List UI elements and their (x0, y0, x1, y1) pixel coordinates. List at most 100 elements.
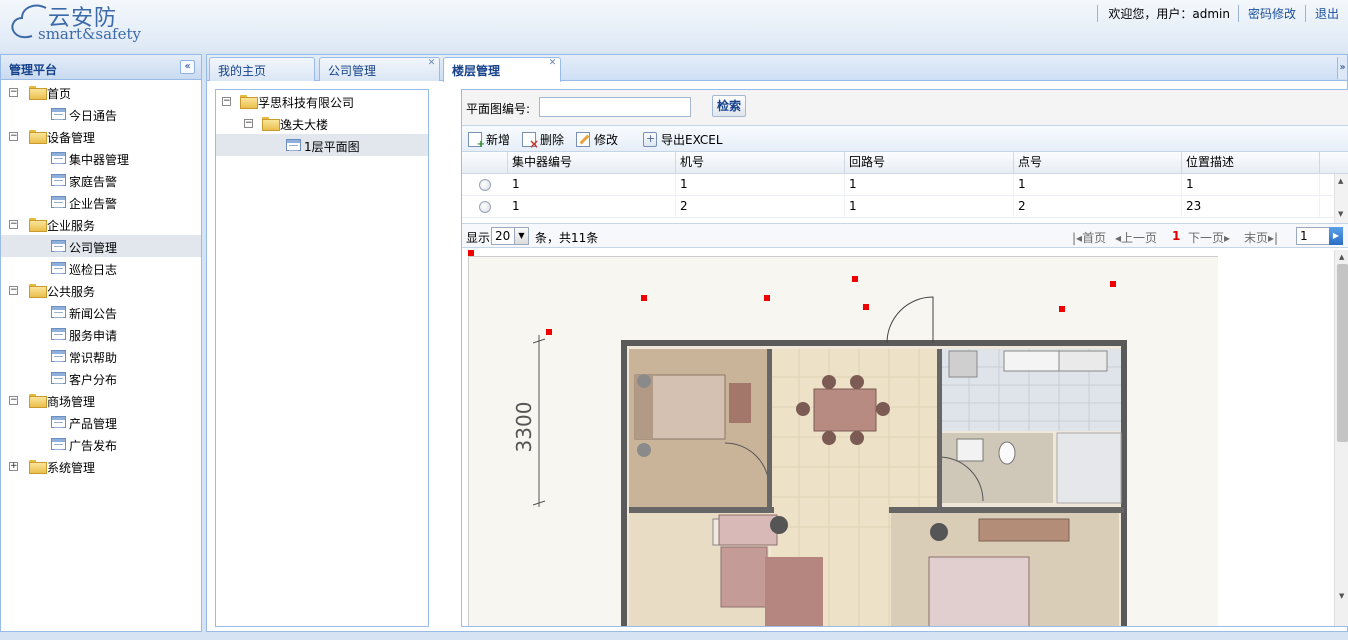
sidebar-item-15[interactable]: 产品管理 (1, 411, 201, 433)
close-tab-icon[interactable]: ✕ (548, 59, 557, 68)
scroll-thumb[interactable] (1337, 264, 1348, 442)
tab-my-home[interactable]: 我的主页 (209, 57, 315, 81)
sensor-marker[interactable] (468, 250, 474, 256)
change-password-link[interactable]: 密码修改 (1237, 4, 1305, 22)
building-node-label: 逸夫大楼 (280, 118, 329, 132)
folder-icon (29, 460, 47, 474)
next-page-button[interactable]: 下一页▸ (1188, 229, 1230, 246)
sidebar-item-2[interactable]: − 设备管理 (1, 125, 201, 147)
sidebar-item-8[interactable]: 巡检日志 (1, 257, 201, 279)
floorplan-number-input[interactable] (539, 97, 691, 117)
sidebar-item-4[interactable]: 家庭告警 (1, 169, 201, 191)
next-page-label: 下一页 (1188, 231, 1225, 245)
page-icon (51, 328, 66, 340)
expand-node-icon[interactable]: + (9, 462, 18, 471)
page-icon (51, 416, 66, 428)
sidebar-item-12[interactable]: 常识帮助 (1, 345, 201, 367)
sensor-marker[interactable] (641, 295, 647, 301)
scroll-down-icon[interactable]: ▼ (1339, 592, 1344, 600)
prev-page-label: 上一页 (1121, 231, 1158, 245)
folder-icon (240, 95, 258, 109)
tab-floor-management[interactable]: 楼层管理 ✕ (443, 57, 561, 82)
floorplan-image: 3300 (468, 256, 1218, 626)
floorplan-scrollbar[interactable]: ▲ ▼ (1334, 250, 1348, 626)
grid-toolbar: 新增 删除 修改 导出EXCEL (462, 126, 1348, 152)
sidebar-item-0[interactable]: − 首页 (1, 81, 201, 103)
tab-label: 我的主页 (218, 64, 267, 78)
sensor-marker[interactable] (1110, 281, 1116, 287)
sidebar-item-5[interactable]: 企业告警 (1, 191, 201, 213)
building-node-2[interactable]: 1层平面图 (216, 134, 428, 156)
delete-button[interactable]: 删除 (522, 130, 564, 151)
sidebar-item-1[interactable]: 今日通告 (1, 103, 201, 125)
sidebar-item-6[interactable]: − 企业服务 (1, 213, 201, 235)
tab-scroll-right-icon[interactable]: » (1337, 57, 1347, 79)
folder-icon (29, 218, 47, 232)
first-page-icon: |◂ (1072, 231, 1083, 245)
grid-scrollbar[interactable]: ▲ ▼ (1334, 174, 1348, 223)
collapse-node-icon[interactable]: − (9, 220, 18, 229)
table-row[interactable]: 11111 (462, 174, 1334, 196)
sidebar-item-14[interactable]: − 商场管理 (1, 389, 201, 411)
close-tab-icon[interactable]: ✕ (427, 59, 436, 68)
sensor-marker[interactable] (863, 304, 869, 310)
sidebar-item-label: 新闻公告 (69, 307, 118, 321)
collapse-node-icon[interactable]: − (9, 286, 18, 295)
table-cell: 1 (1014, 174, 1182, 196)
page-size-select[interactable]: 20 ▼ (491, 227, 529, 245)
row-select-radio[interactable] (479, 179, 491, 191)
prev-page-button[interactable]: ◂上一页 (1115, 229, 1157, 246)
edit-button[interactable]: 修改 (576, 130, 618, 148)
table-cell: 1 (508, 174, 676, 196)
sidebar-item-16[interactable]: 广告发布 (1, 433, 201, 455)
sidebar-item-17[interactable]: + 系统管理 (1, 455, 201, 477)
column-header[interactable]: 点号 (1014, 152, 1182, 174)
column-header[interactable]: 机号 (676, 152, 845, 174)
sensor-marker[interactable] (852, 276, 858, 282)
table-cell: 1 (1182, 174, 1320, 196)
sidebar-item-9[interactable]: − 公共服务 (1, 279, 201, 301)
tab-company-management[interactable]: 公司管理 ✕ (319, 57, 440, 81)
sensor-marker[interactable] (764, 295, 770, 301)
sidebar-item-10[interactable]: 新闻公告 (1, 301, 201, 323)
scroll-up-icon[interactable]: ▲ (1339, 253, 1344, 261)
column-header[interactable]: 回路号 (845, 152, 1014, 174)
building-tree: − 孚思科技有限公司 − 逸夫大楼 1层平面图 (216, 90, 428, 156)
export-excel-button[interactable]: 导出EXCEL (643, 130, 723, 148)
page-icon (51, 372, 66, 384)
export-icon (643, 131, 657, 147)
collapse-node-icon[interactable]: − (9, 132, 18, 141)
scroll-up-icon[interactable]: ▲ (1338, 177, 1343, 185)
table-row[interactable]: 1 2 1 2 23 (462, 196, 1334, 218)
first-page-button[interactable]: |◂首页 (1072, 229, 1106, 246)
add-button[interactable]: 新增 (468, 130, 510, 150)
building-node-0[interactable]: − 孚思科技有限公司 (216, 90, 428, 112)
last-page-button[interactable]: 末页▸| (1244, 229, 1278, 246)
collapse-node-icon[interactable]: − (9, 396, 18, 405)
collapse-node-icon[interactable]: − (222, 97, 231, 106)
sidebar-item-7[interactable]: 公司管理 (1, 235, 201, 257)
column-header[interactable]: 集中器编号 (508, 152, 676, 174)
scroll-down-icon[interactable]: ▼ (1338, 210, 1343, 218)
sensor-marker[interactable] (1059, 306, 1065, 312)
edit-label: 修改 (594, 132, 619, 147)
select-column-header (462, 152, 508, 174)
column-header[interactable]: 位置描述 (1182, 152, 1320, 174)
search-button[interactable]: 检索 (712, 95, 746, 117)
sidebar-item-label: 首页 (47, 87, 72, 101)
table-cell: 1 (845, 196, 1014, 218)
collapse-node-icon[interactable]: − (9, 88, 18, 97)
collapse-sidebar-button[interactable]: « (180, 60, 195, 74)
sidebar-item-13[interactable]: 客户分布 (1, 367, 201, 389)
logout-link[interactable]: 退出 (1304, 4, 1348, 22)
row-select-radio[interactable] (479, 201, 491, 213)
sidebar-item-label: 产品管理 (69, 417, 118, 431)
collapse-node-icon[interactable]: − (244, 119, 253, 128)
sensor-marker[interactable] (546, 329, 552, 335)
building-node-1[interactable]: − 逸夫大楼 (216, 112, 428, 134)
go-page-button[interactable]: ▶ (1329, 227, 1343, 245)
sidebar-item-label: 客户分布 (69, 373, 118, 387)
page-number-input[interactable] (1296, 227, 1330, 245)
sidebar-item-11[interactable]: 服务申请 (1, 323, 201, 345)
sidebar-item-3[interactable]: 集中器管理 (1, 147, 201, 169)
